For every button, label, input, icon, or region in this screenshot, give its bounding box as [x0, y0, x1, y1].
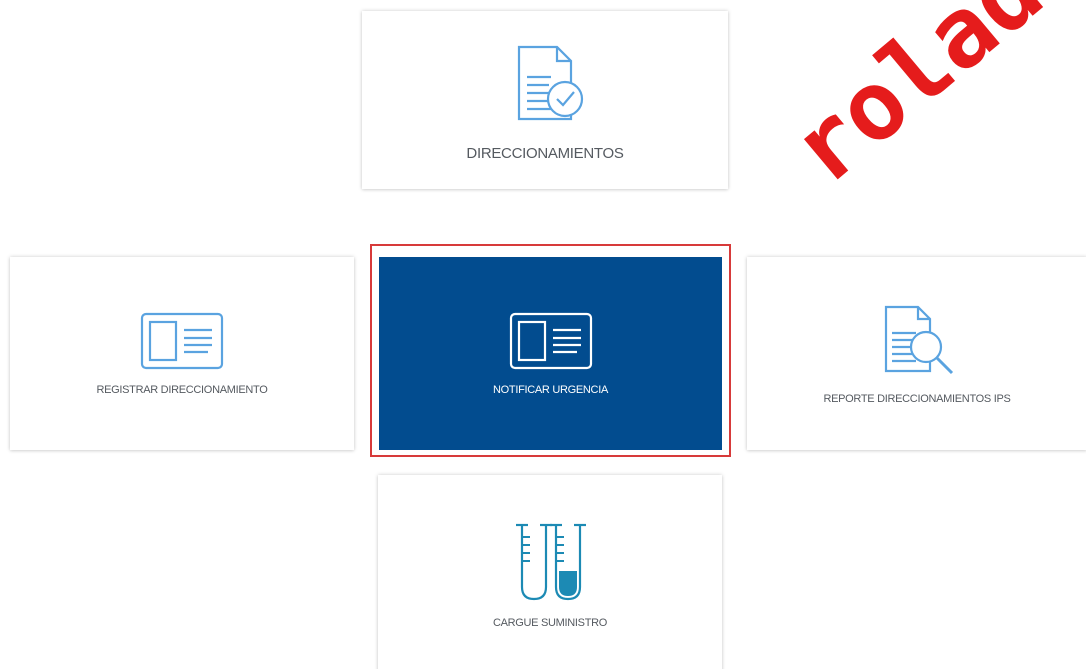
direccionamientos-label: DIRECCIONAMIENTOS	[466, 144, 624, 162]
registrar-direccionamiento-card[interactable]: REGISTRAR DIRECCIONAMIENTO	[10, 257, 354, 450]
menu-stage: DIRECCIONAMIENTOS REGISTRAR DIRECCIONAMI…	[0, 0, 1086, 669]
id-card-icon	[509, 312, 593, 370]
test-tubes-icon	[510, 521, 590, 605]
cargue-suministro-label: CARGUE SUMINISTRO	[492, 617, 608, 629]
notificar-urgencia-label: NOTIFICAR URGENCIA	[493, 383, 608, 396]
registrar-direccionamiento-label: REGISTRAR DIRECCIONAMIENTO	[96, 383, 268, 396]
document-search-icon	[876, 303, 958, 379]
reporte-direccionamientos-ips-label: REPORTE DIRECCIONAMIENTOS IPS	[823, 392, 1011, 405]
reporte-direccionamientos-ips-card[interactable]: REPORTE DIRECCIONAMIENTOS IPS	[747, 257, 1086, 450]
direccionamientos-card[interactable]: DIRECCIONAMIENTOS	[362, 11, 728, 189]
notificar-urgencia-card[interactable]: NOTIFICAR URGENCIA	[379, 257, 722, 450]
id-card-icon	[140, 312, 224, 370]
document-check-icon	[497, 39, 593, 135]
watermark: rolada	[770, 0, 1086, 206]
cargue-suministro-card[interactable]: CARGUE SUMINISTRO	[378, 475, 722, 669]
